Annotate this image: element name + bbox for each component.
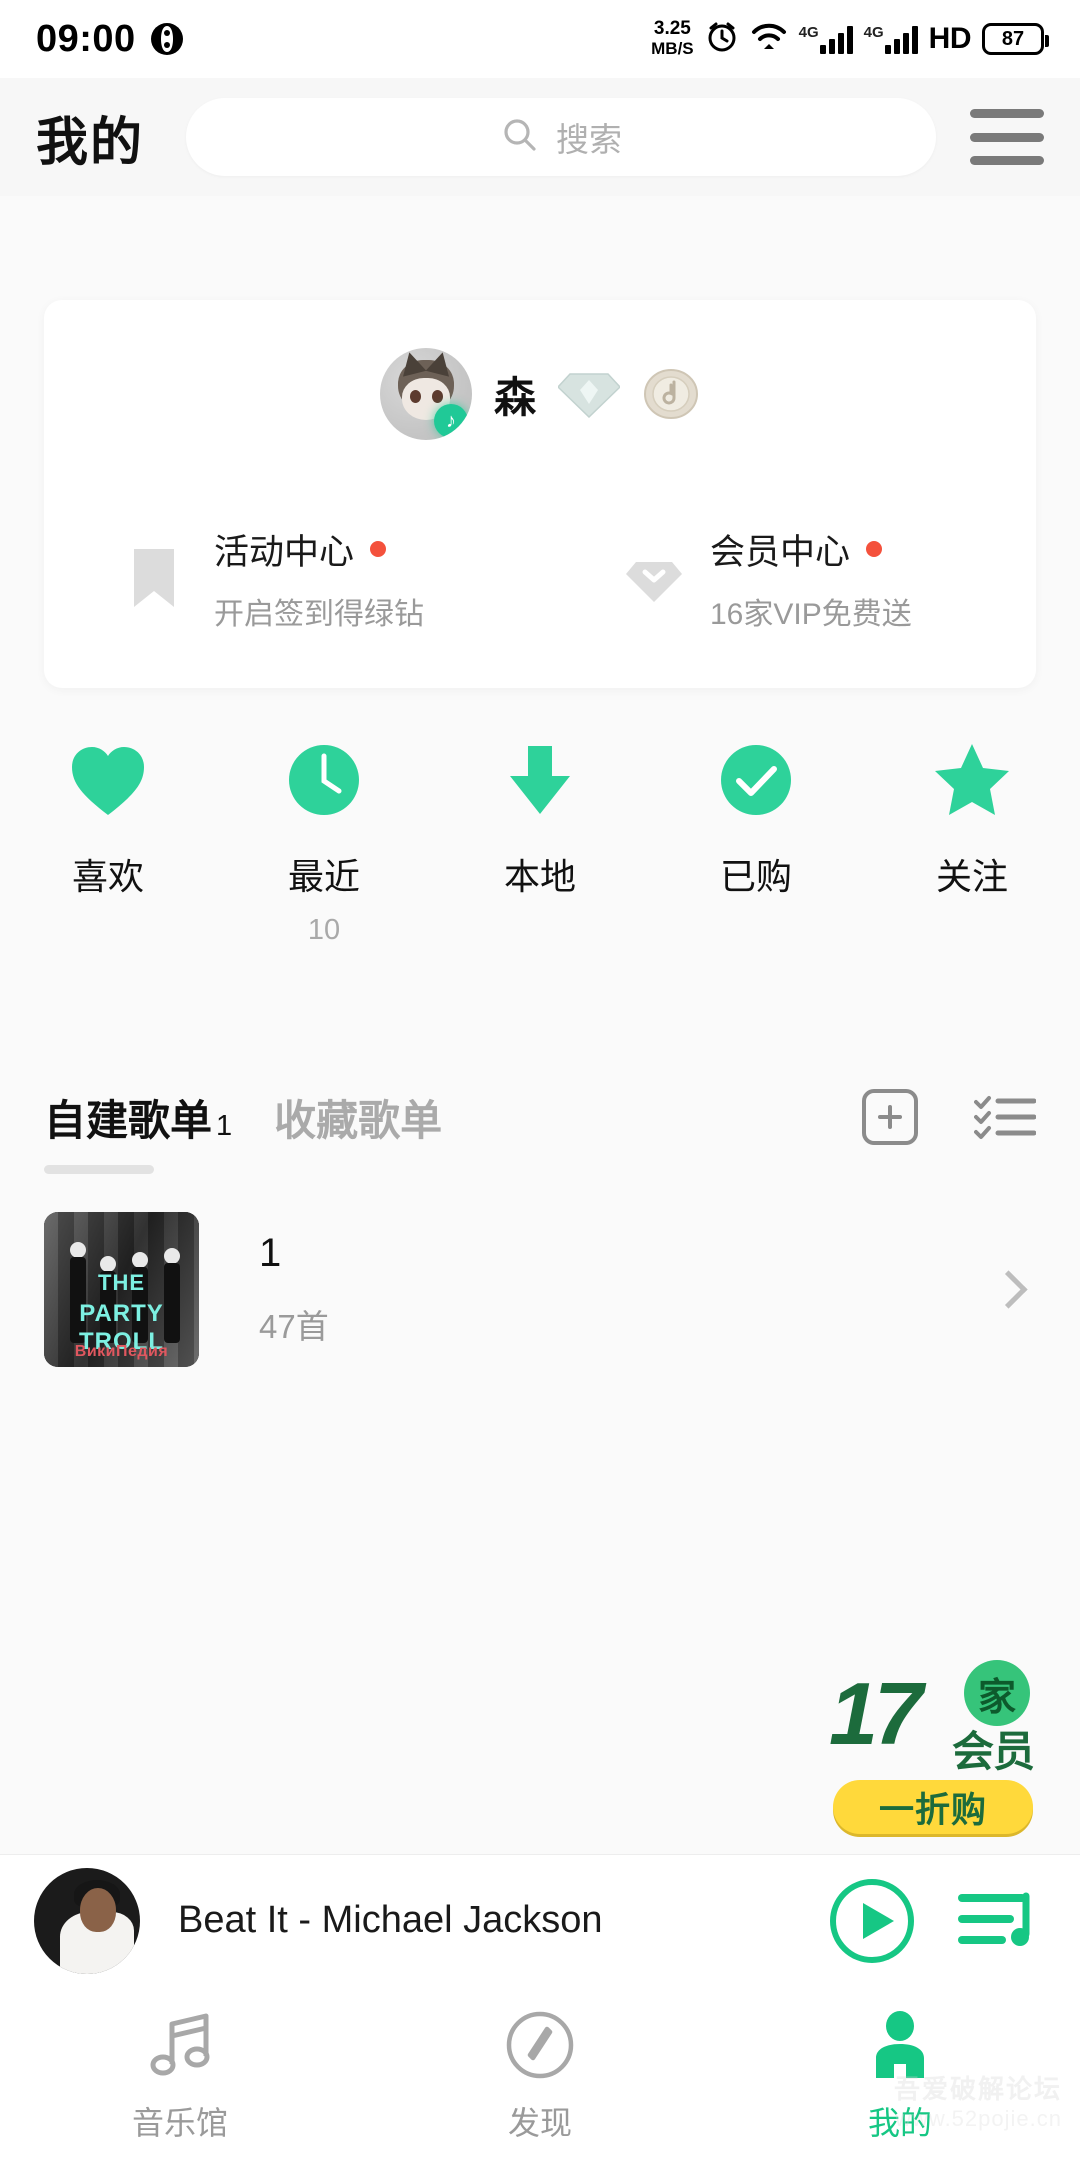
entry-title: 会员中心 [710,532,851,572]
chevron-right-icon[interactable] [989,1269,1028,1309]
battery-level: 87 [1001,27,1025,50]
network-speed-unit: MB/S [651,39,694,58]
playlist-info: 1 47首 [259,1231,329,1348]
nav-item-music-hall[interactable]: 音乐馆 [0,1986,360,2160]
playlist-song-count: 47首 [259,1307,329,1345]
search-placeholder: 搜索 [556,121,622,158]
music-note-badge: ♪ [433,404,468,438]
diamond-chevron-icon [626,547,684,609]
clock-icon [286,738,362,822]
bookmark-icon [130,547,188,609]
playlist-cover: THE PARTY TROLL ВикиПедия [44,1211,199,1367]
signal-2-icon: 4G [864,24,918,54]
hamburger-menu-icon[interactable] [970,109,1044,165]
notification-dot [370,541,387,557]
cover-text-line3: ВикиПедия [74,1342,169,1360]
promo-cta-button[interactable]: 一折购 [833,1780,1033,1834]
promo-floating-banner[interactable]: 17 家 会员 一折购 [825,1660,1040,1840]
playlist-name: 1 [259,1230,282,1275]
user-name: 森 [493,373,536,421]
quick-action-following[interactable]: 关注 [864,738,1080,947]
entry-subtitle: 开启签到得绿钻 [214,597,424,631]
download-icon [502,738,578,822]
person-icon [868,2008,932,2082]
tab-active-underline [44,1164,154,1174]
network-speed-value: 3.25 [653,18,691,39]
status-time: 09:00 [36,17,136,60]
quick-action-liked[interactable]: 喜欢 [0,738,216,947]
plus-square-icon[interactable] [862,1089,918,1145]
app-header: 我的 搜索 [0,78,1080,196]
avatar[interactable]: ♪ [379,348,472,440]
profile-entries: 活动中心 开启签到得绿钻 会员中心 16家VIP免费送 [44,488,1036,668]
mini-player: Beat It - Michael Jackson [0,1854,1080,1986]
diamond-badge[interactable] [556,370,622,419]
status-bar: 09:00 3.25 MB/S 4G 4G HD 87 [0,0,1080,78]
quick-action-label: 喜欢 [71,856,144,897]
compass-icon [505,2008,575,2082]
quick-action-count: 10 [307,914,341,946]
app-screen: 09:00 3.25 MB/S 4G 4G HD 87 我的 搜索 ♪ 森 活动… [0,0,1080,2160]
playlist-tabs: 自建歌单 1 收藏歌单 [0,1058,1080,1176]
promo-cta-label: 一折购 [878,1790,987,1830]
check-circle-icon [718,738,794,822]
entry-title: 活动中心 [214,532,355,572]
entry-member-center[interactable]: 会员中心 16家VIP免费送 [540,488,1036,668]
nav-label: 我的 [867,2105,932,2141]
nav-item-discover[interactable]: 发现 [360,1986,720,2160]
quick-action-recent[interactable]: 最近 10 [216,738,432,947]
profile-card: ♪ 森 活动中心 开启签到得绿钻 会员中心 16家VIP免费送 [44,300,1036,688]
quick-action-label: 关注 [935,856,1008,897]
promo-number: 17 [829,1664,923,1763]
bottom-navigation: 音乐馆 发现 我的 [0,1986,1080,2160]
nav-label: 音乐馆 [131,2105,228,2141]
hd-indicator: HD [928,22,972,55]
search-icon [500,115,540,160]
network-speed: 3.25 MB/S [651,19,694,59]
list-item[interactable]: THE PARTY TROLL ВикиПедия 1 47首 [0,1194,1080,1384]
music-medal-badge[interactable] [642,365,700,423]
tab-collected-playlists[interactable]: 收藏歌单 [274,1087,442,1148]
signal-1-icon: 4G [799,24,853,54]
entry-subtitle: 16家VIP免费送 [710,597,912,631]
tab-label: 自建歌单 [44,1096,213,1144]
search-input[interactable]: 搜索 [186,98,936,176]
now-playing-title[interactable]: Beat It - Michael Jackson [178,1899,603,1942]
page-title: 我的 [36,113,145,172]
promo-jia-badge: 家 [964,1660,1030,1726]
quick-action-label: 最近 [287,856,360,897]
heart-icon [68,738,148,822]
signal-2-label: 4G [863,24,884,41]
star-icon [932,738,1012,822]
quick-action-purchased[interactable]: 已购 [648,738,864,947]
quick-action-label: 本地 [503,856,576,897]
wifi-icon [750,20,788,59]
playlist-queue-icon[interactable] [958,1888,1036,1954]
tab-count: 1 [216,1109,233,1142]
quick-actions: 喜欢 最近 10 本地 已购 关注 [0,738,1080,947]
nav-item-mine[interactable]: 我的 [720,1986,1080,2160]
tab-label: 收藏歌单 [274,1096,443,1144]
cover-text-line1: THE [98,1269,145,1295]
tab-created-playlists[interactable]: 自建歌单 1 [44,1087,233,1174]
profile-identity[interactable]: ♪ 森 [44,300,1036,488]
nav-label: 发现 [507,2105,572,2141]
signal-1-label: 4G [798,24,819,41]
notification-dot [866,541,883,557]
opera-browser-icon [150,22,184,56]
promo-member-label: 会员 [951,1728,1035,1775]
checklist-icon[interactable] [974,1092,1037,1142]
status-icons: 3.25 MB/S 4G 4G HD 87 [651,19,1049,59]
thriller-album-cover[interactable] [34,1867,140,1974]
quick-action-label: 已购 [719,856,792,897]
battery-indicator: 87 [982,23,1049,55]
alarm-clock-icon [705,20,739,59]
music-note-icon [148,2008,212,2082]
quick-action-local[interactable]: 本地 [432,738,648,947]
entry-activity-center[interactable]: 活动中心 开启签到得绿钻 [44,488,540,668]
play-circle-icon[interactable] [828,1877,916,1965]
